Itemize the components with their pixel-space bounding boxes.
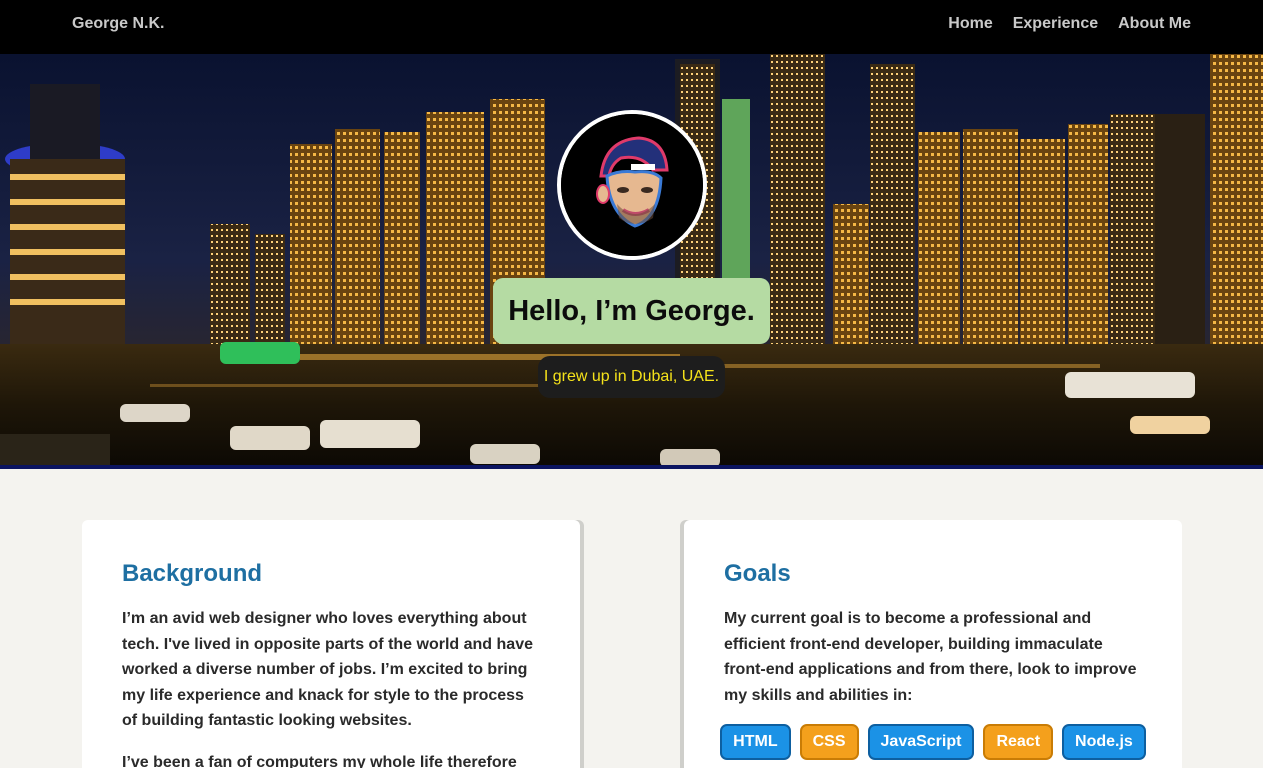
skill-badge-nodejs: Node.js xyxy=(1062,724,1146,761)
hero-bottom-border xyxy=(0,465,1263,469)
background-paragraph: I’ve been a fan of computers my whole li… xyxy=(122,753,517,768)
nav-link-about-me[interactable]: About Me xyxy=(1118,15,1191,33)
nav-link-experience[interactable]: Experience xyxy=(1013,15,1098,33)
skill-badge-html: HTML xyxy=(720,724,791,761)
goals-paragraph: My current goal is to become a professio… xyxy=(724,610,1137,704)
hero-subheading: I grew up in Dubai, UAE. xyxy=(538,356,725,398)
avatar-illustration xyxy=(561,114,703,256)
brand-link[interactable]: George N.K. xyxy=(72,15,164,33)
background-paragraph: I’m an avid web designer who loves every… xyxy=(122,610,533,730)
hero-banner: Hello, I’m George. I grew up in Dubai, U… xyxy=(0,54,1263,467)
background-card: Background I’m an avid web designer who … xyxy=(82,520,580,768)
skill-badge-css: CSS xyxy=(799,724,859,761)
top-navbar: George N.K. Home Experience About Me xyxy=(0,0,1263,54)
skill-badge-react: React xyxy=(983,724,1054,761)
nav-links: Home Experience About Me xyxy=(948,15,1191,33)
goals-title: Goals xyxy=(724,560,791,587)
skills-list: HTML CSS JavaScript React Node.js xyxy=(720,724,1146,761)
goals-card: Goals My current goal is to become a pro… xyxy=(684,520,1182,768)
skill-badge-javascript: JavaScript xyxy=(867,724,975,761)
profile-avatar xyxy=(557,110,707,260)
hero-greeting: Hello, I’m George. xyxy=(493,278,770,344)
nav-link-home[interactable]: Home xyxy=(948,15,992,33)
background-title: Background xyxy=(122,560,263,587)
